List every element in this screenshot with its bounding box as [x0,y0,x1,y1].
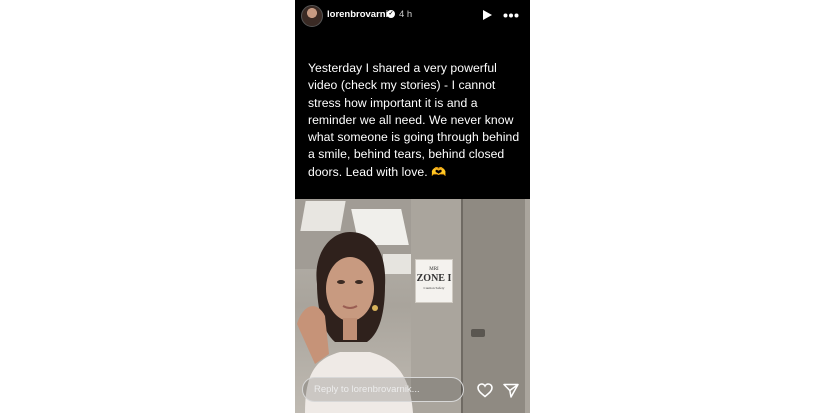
play-icon[interactable] [481,9,493,21]
story-header: lorenbrovarnik ✓ 4 h [295,0,530,32]
username[interactable]: lorenbrovarnik [327,9,394,20]
sign-line1: MRI [429,267,439,272]
verified-icon: ✓ [387,10,395,18]
reply-bar: Reply to lorenbrovarnik... [295,373,530,409]
door-handle [471,329,485,337]
timestamp: 4 h [399,9,413,20]
sign-line2: ZONE I [416,273,452,284]
story-viewer[interactable]: lorenbrovarnik ✓ 4 h Yesterday I shared … [295,0,530,413]
avatar[interactable] [301,5,323,27]
sign-line3: Caution Safety [423,286,445,290]
reply-input[interactable]: Reply to lorenbrovarnik... [302,377,464,402]
mri-zone-sign: MRI ZONE I Caution Safety [415,259,453,303]
heart-icon[interactable] [477,383,493,398]
story-caption: Yesterday I shared a very powerful video… [308,61,520,179]
send-icon[interactable] [503,383,519,398]
more-icon[interactable] [503,13,519,18]
